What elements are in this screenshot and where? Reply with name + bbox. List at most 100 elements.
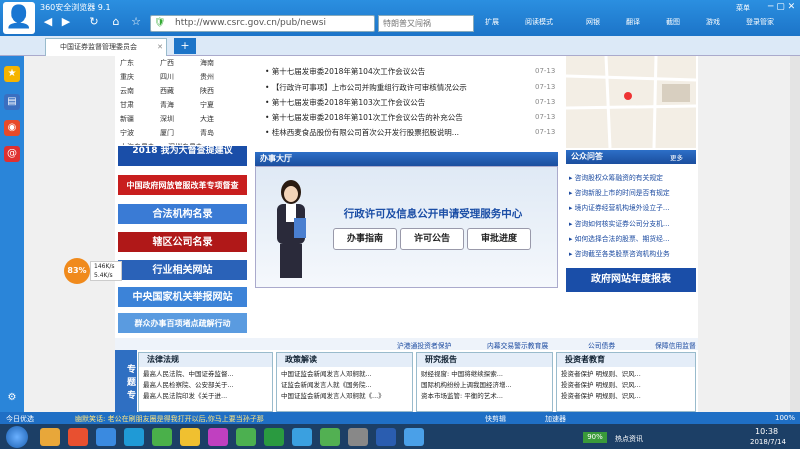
- news-title[interactable]: 第十七届发审委2018年第104次工作会议公告: [272, 67, 425, 76]
- city-link[interactable]: 青岛: [200, 128, 240, 138]
- city-link[interactable]: 四川: [160, 72, 200, 82]
- qa-item-text[interactable]: 咨询股权众筹融资的有关规定: [575, 174, 663, 182]
- location-map[interactable]: [565, 55, 697, 149]
- topic-item[interactable]: 国际机构纷纷上调我国经济增...: [421, 380, 548, 391]
- k-app-icon[interactable]: [124, 428, 144, 446]
- city-link[interactable]: 西藏: [160, 86, 200, 96]
- login-button[interactable]: 登录管家: [746, 17, 774, 27]
- qa-item-text[interactable]: 境内证券经营机构境外设立子...: [575, 204, 670, 212]
- wechat-chat-icon[interactable]: [320, 428, 340, 446]
- topic-item[interactable]: 投资者保护 明规则、识风...: [561, 391, 691, 402]
- camera-icon[interactable]: [180, 428, 200, 446]
- city-link[interactable]: 广西: [160, 58, 200, 68]
- city-link[interactable]: 甘肃: [120, 100, 160, 110]
- city-link[interactable]: 重庆: [120, 72, 160, 82]
- guide-button[interactable]: 办事指南: [333, 228, 397, 250]
- quick-edit[interactable]: 快剪辑: [485, 414, 506, 424]
- chrome-icon[interactable]: [152, 428, 172, 446]
- news-item[interactable]: • 【行政许可事项】上市公司并购重组行政许可审核情况公示: [265, 82, 467, 93]
- news-title[interactable]: 【行政许可事项】上市公司并购重组行政许可审核情况公示: [272, 83, 467, 92]
- news-item[interactable]: • 桂林西麦食品股份有限公司首次公开发行股票招股说明...: [265, 127, 459, 138]
- news-title[interactable]: 桂林西麦食品股份有限公司首次公开发行股票招股说明...: [272, 128, 459, 137]
- clock-time[interactable]: 10:38: [755, 427, 778, 436]
- qa-item[interactable]: ▸ 境内证券经营机构境外设立子...: [569, 202, 669, 212]
- topic-item[interactable]: 投资者保护 明规则、识风...: [561, 380, 691, 391]
- daily-picks[interactable]: 今日优选: [6, 414, 34, 424]
- banner-industry-sites[interactable]: 行业相关网站: [117, 259, 248, 281]
- city-link[interactable]: 贵州: [200, 72, 240, 82]
- topic-item[interactable]: 最高人民检察院、公安部关于...: [143, 380, 268, 391]
- qa-item[interactable]: ▸ 咨询新股上市的时间是否有规定: [569, 187, 670, 197]
- screenshot-button[interactable]: 截图: [666, 17, 680, 27]
- banner-report-sites[interactable]: 中央国家机关举报网站: [117, 286, 248, 308]
- banner-legal-institutions[interactable]: 合法机构名录: [117, 203, 248, 225]
- qa-item[interactable]: ▸ 如何选择合法的股票、期货经...: [569, 233, 669, 243]
- topic-item[interactable]: 最高人民法院、中国证券监督...: [143, 369, 268, 380]
- window-controls[interactable]: ─ ▢ ✕: [768, 2, 795, 12]
- favorites-icon[interactable]: ★: [4, 66, 20, 82]
- battery-indicator[interactable]: 90%: [583, 432, 607, 443]
- news-title[interactable]: 第十七届发审委2018年第103次工作会议公告: [272, 98, 425, 107]
- news-item[interactable]: • 第十七届发审委2018年第104次工作会议公告: [265, 66, 425, 77]
- banner-reform[interactable]: 中国政府网放管服改革专项督查: [117, 174, 248, 196]
- news-item[interactable]: • 第十七届发审委2018年第103次工作会议公告: [265, 97, 425, 108]
- topic-item[interactable]: 财经视窗: 中国将继续探索...: [421, 369, 548, 380]
- city-link[interactable]: 大连: [200, 114, 240, 124]
- media-player-icon[interactable]: [68, 428, 88, 446]
- city-link[interactable]: 陕西: [200, 86, 240, 96]
- tab-csrc[interactable]: 中国证券监督管理委员会 ✕: [45, 38, 167, 56]
- qa-item[interactable]: ▸ 咨询截至各类股票咨询机构业务: [569, 248, 670, 258]
- home-icon[interactable]: ⌂: [108, 15, 124, 29]
- news-item[interactable]: • 第十七届发审委2018年第101次工作会议公告的补充公告: [265, 112, 463, 123]
- city-link[interactable]: 厦门: [160, 128, 200, 138]
- annual-report-banner[interactable]: 政府网站年度报表: [566, 268, 696, 292]
- memory-ball-widget[interactable]: 83%: [64, 258, 90, 284]
- banner-supervision[interactable]: 2018 我为大督查提建议: [117, 145, 248, 167]
- topic-item[interactable]: 最高人民法院印发《关于进...: [143, 391, 268, 402]
- address-bar[interactable]: http://www.csrc.gov.cn/pub/newsi: [150, 15, 375, 32]
- mail-icon[interactable]: @: [4, 146, 20, 162]
- zoom-level[interactable]: 100%: [775, 414, 795, 422]
- iqiyi-icon[interactable]: [264, 428, 284, 446]
- media-icon[interactable]: [208, 428, 228, 446]
- permit-notice-button[interactable]: 许可公告: [400, 228, 464, 250]
- back-icon[interactable]: ◀: [40, 15, 56, 29]
- forward-icon[interactable]: ▶: [58, 15, 74, 29]
- qa-item-text[interactable]: 如何选择合法的股票、期货经...: [575, 235, 670, 243]
- qa-more-link[interactable]: 更多: [670, 152, 683, 162]
- qa-item[interactable]: ▸ 咨询股权众筹融资的有关规定: [569, 172, 663, 182]
- qa-item-text[interactable]: 咨询截至各类股票咨询机构业务: [575, 250, 670, 258]
- ext-button[interactable]: 扩展: [485, 17, 499, 27]
- link-insider-edu[interactable]: 内幕交易警示教育展: [487, 340, 548, 350]
- city-link[interactable]: 深圳: [160, 114, 200, 124]
- news-ticker[interactable]: 幽默笑话: 老公在刷朋友圈是得我打开以后,你马上要当孙子那: [75, 414, 264, 424]
- translate-button[interactable]: 翻译: [626, 17, 640, 27]
- wechat-icon[interactable]: [236, 428, 256, 446]
- clock-date[interactable]: 2018/7/14: [750, 438, 786, 446]
- word-icon[interactable]: [376, 428, 396, 446]
- qa-item[interactable]: ▸ 咨询如何核实证券公司分支机...: [569, 218, 669, 228]
- topic-item[interactable]: 中国证监会新闻发言人邓舸就...: [281, 369, 408, 380]
- banner-local-companies[interactable]: 辖区公司名录: [117, 231, 248, 253]
- qa-item-text[interactable]: 咨询如何核实证券公司分支机...: [575, 220, 670, 228]
- link-corp-bonds[interactable]: 公司债券: [588, 340, 615, 350]
- refresh-icon[interactable]: ↻: [86, 15, 102, 29]
- game-button[interactable]: 游戏: [706, 17, 720, 27]
- city-link[interactable]: 广东: [120, 58, 160, 68]
- city-link[interactable]: 云南: [120, 86, 160, 96]
- topic-item[interactable]: 资本市场监管: 平衡的艺术...: [421, 391, 548, 402]
- reader-mode-button[interactable]: 阅读模式: [525, 17, 553, 27]
- folder-icon[interactable]: [40, 428, 60, 446]
- bank-button[interactable]: 网银: [586, 17, 600, 27]
- start-button-icon[interactable]: [6, 426, 28, 448]
- vertical-scrollbar[interactable]: [790, 56, 800, 412]
- approval-progress-button[interactable]: 审批进度: [467, 228, 531, 250]
- browser-icon[interactable]: [292, 428, 312, 446]
- hot-news-tray[interactable]: 热点资讯: [615, 434, 643, 444]
- settings-gear-icon[interactable]: ⚙: [4, 390, 20, 406]
- city-link[interactable]: 海南: [200, 58, 240, 68]
- city-link[interactable]: 宁波: [120, 128, 160, 138]
- news-title[interactable]: 第十七届发审委2018年第101次工作会议公告的补充公告: [272, 113, 463, 122]
- topic-item[interactable]: 中国证监会新闻发言人邓舸就《...》: [281, 391, 408, 402]
- link-credit[interactable]: 保障信用监督: [655, 340, 696, 350]
